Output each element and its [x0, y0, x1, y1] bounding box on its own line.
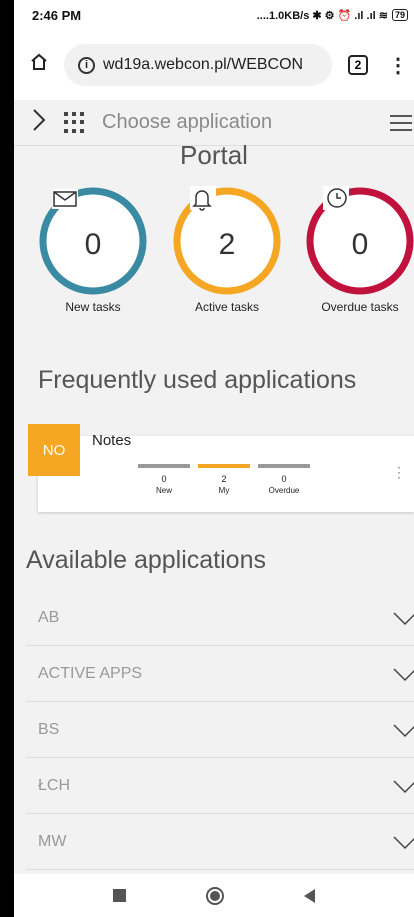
chevron-down-icon[interactable] [392, 608, 414, 628]
stat-ring: 2 [173, 186, 281, 295]
home-nav-icon[interactable] [206, 886, 224, 905]
apps-grid-icon[interactable] [64, 111, 86, 134]
expand-sidebar-icon[interactable] [14, 108, 64, 137]
chevron-down-icon[interactable] [392, 720, 414, 740]
chevron-down-icon[interactable] [392, 664, 414, 684]
counter-value: 0 [161, 474, 167, 484]
counter-label: Overdue [268, 486, 300, 495]
app-item-label: ACTIVE APPS [38, 664, 143, 682]
list-item[interactable]: AB [26, 590, 414, 646]
counter-value: 2 [221, 474, 227, 484]
chevron-down-icon[interactable] [392, 776, 414, 796]
frequent-apps-title: Frequently used applications [38, 366, 357, 394]
status-time: 2:46 PM [32, 7, 82, 23]
available-apps-title: Available applications [26, 546, 266, 574]
stat-count: 0 [85, 228, 102, 261]
choose-application-label[interactable]: Choose application [102, 111, 272, 134]
app-counters: 0 New 2 My 0 Overdue [138, 464, 310, 495]
chevron-down-icon[interactable] [392, 832, 414, 852]
hamburger-menu-icon[interactable] [390, 110, 412, 136]
stat-count: 0 [352, 228, 369, 261]
phone-screen: 2:46 PM ....1.0KB/s ✱ ⚙ ⏰ .ıl .ıl ≋ 79 i… [14, 0, 414, 917]
stat-count: 2 [219, 228, 236, 261]
stat-ring: 0 [306, 186, 414, 295]
android-nav-bar [14, 874, 414, 917]
app-item-label: MW [38, 832, 67, 850]
tab-switcher-button[interactable]: 2 [348, 55, 368, 75]
app-badge: NO [28, 424, 80, 476]
available-apps-list: AB ACTIVE APPS BS ŁCH MW [26, 590, 414, 870]
counter-overdue[interactable]: 0 Overdue [258, 464, 310, 495]
recents-icon[interactable] [113, 889, 126, 902]
back-icon[interactable] [304, 888, 315, 903]
stat-active-tasks[interactable]: 2 Active tasks [167, 186, 287, 314]
stat-label: Overdue tasks [321, 300, 399, 314]
stat-label: Active tasks [194, 300, 260, 314]
app-item-label: AB [38, 608, 60, 626]
status-indicator-text: ....1.0KB/s ✱ ⚙ ⏰ .ıl .ıl ≋ [256, 9, 388, 22]
list-item[interactable]: MW [26, 814, 414, 870]
info-icon[interactable]: i [78, 56, 95, 74]
list-item[interactable]: ACTIVE APPS [26, 646, 414, 702]
counter-my[interactable]: 2 My [198, 464, 250, 495]
home-icon[interactable] [14, 52, 64, 78]
app-item-label: ŁCH [38, 776, 71, 794]
counter-label: My [218, 486, 230, 495]
status-indicators: ....1.0KB/s ✱ ⚙ ⏰ .ıl .ıl ≋ 79 [257, 9, 408, 22]
browser-menu-icon[interactable]: ⋮ [388, 53, 408, 78]
counter-new[interactable]: 0 New [138, 464, 190, 495]
envelope-icon [53, 191, 77, 207]
stat-new-tasks[interactable]: 0 New tasks [33, 186, 153, 314]
app-card-notes[interactable]: NO Notes 0 New 2 My 0 Overdue ⋮ [28, 424, 414, 512]
clock-icon [327, 188, 347, 208]
battery-icon: 79 [391, 9, 408, 21]
portal-title: Portal [180, 140, 248, 166]
stat-overdue-tasks[interactable]: 0 Overdue tasks [300, 186, 414, 314]
browser-toolbar: i wd19a.webcon.pl/WEBCON 2 ⋮ [14, 30, 414, 100]
list-item[interactable]: BS [26, 702, 414, 758]
counter-label: New [155, 486, 172, 495]
app-name[interactable]: Notes [92, 432, 131, 449]
url-text: wd19a.webcon.pl/WEBCON [103, 56, 304, 73]
list-item[interactable]: ŁCH [26, 758, 414, 814]
stat-ring: 0 [39, 187, 147, 295]
stat-label: New tasks [65, 300, 121, 314]
counter-value: 0 [281, 474, 287, 484]
url-bar[interactable]: i wd19a.webcon.pl/WEBCON [64, 44, 332, 86]
app-item-label: BS [38, 720, 60, 738]
more-options-icon[interactable]: ⋮ [392, 464, 406, 481]
status-bar: 2:46 PM ....1.0KB/s ✱ ⚙ ⏰ .ıl .ıl ≋ 79 [14, 0, 414, 30]
